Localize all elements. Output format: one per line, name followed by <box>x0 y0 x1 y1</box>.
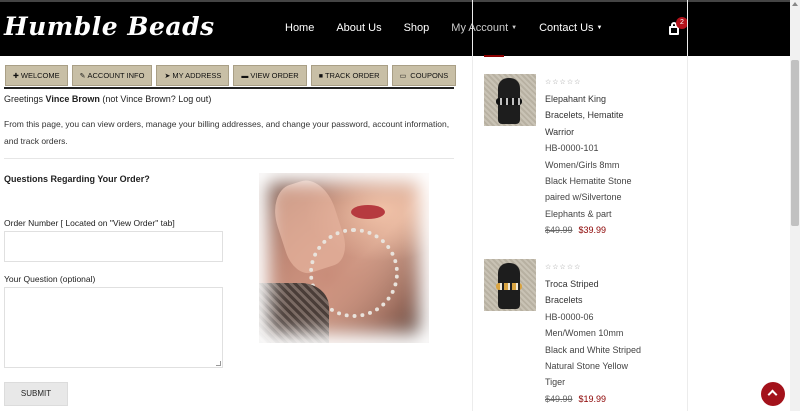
location-arrow-icon: ➤ <box>164 73 171 80</box>
product-thumbnail[interactable] <box>484 74 536 126</box>
product-name[interactable]: Troca Striped <box>545 276 685 292</box>
greeting-suffix: ) <box>208 94 212 104</box>
caret-down-icon: ▼ <box>511 25 518 32</box>
logout-link[interactable]: Log out <box>178 94 208 104</box>
nav-home[interactable]: Home <box>285 22 314 34</box>
product-desc: paired w/Silvertone <box>545 192 622 203</box>
sidebar-border-left <box>472 0 473 411</box>
photo-vignette <box>259 173 429 343</box>
section-divider <box>4 158 454 159</box>
nav-about[interactable]: About Us <box>336 22 381 34</box>
tab-my-address-label: MY ADDRESS <box>172 71 222 80</box>
tab-track-order[interactable]: ■ TRACK ORDER <box>310 65 388 86</box>
product-desc: Natural Stone Yellow <box>545 361 629 372</box>
order-number-input[interactable] <box>4 231 223 262</box>
tab-view-order[interactable]: ▬ VIEW ORDER <box>233 65 307 86</box>
truck-icon: ■ <box>318 73 323 80</box>
submit-button[interactable]: SUBMIT <box>4 382 68 406</box>
product-item: ☆☆☆☆☆ Troca Striped Bracelets HB-0000-06… <box>545 260 685 407</box>
product-name[interactable]: Bracelets <box>545 292 685 308</box>
greeting: Greetings Vince Brown (not Vince Brown? … <box>4 94 211 104</box>
back-to-top-button[interactable] <box>761 382 785 406</box>
intro-text: From this page, you can view orders, man… <box>4 119 450 146</box>
rating-stars: ☆☆☆☆☆ <box>545 264 582 271</box>
product-name[interactable]: Bracelets, Hematite <box>545 107 685 123</box>
product-item: ☆☆☆☆☆ Elepahant King Bracelets, Hematite… <box>545 75 685 239</box>
cart-icon: ▬ <box>241 73 249 80</box>
user-name: Vince Brown <box>45 94 100 104</box>
caret-down-icon: ▼ <box>596 25 603 32</box>
product-desc: Elephants & part <box>545 208 612 219</box>
nav-contact-label: Contact Us <box>539 22 594 34</box>
sale-price: $39.99 <box>578 225 607 236</box>
old-price: $49.99 <box>545 225 573 236</box>
tab-welcome-label: WELCOME <box>20 71 60 80</box>
site-logo[interactable]: Humble Beads <box>4 12 215 41</box>
site-header: Humble Beads Home About Us Shop My Accou… <box>0 0 790 56</box>
product-sku: HB-0000-101 <box>545 143 599 154</box>
sidebar-accent-line <box>484 55 504 57</box>
product-name[interactable]: Warrior <box>545 124 685 140</box>
tab-view-order-label: VIEW ORDER <box>250 71 299 80</box>
sale-price: $19.99 <box>578 393 607 404</box>
sidebar-border-right <box>687 0 688 411</box>
page-scrollbar[interactable] <box>790 0 800 411</box>
greeting-middle: (not Vince Brown? <box>99 94 179 104</box>
tab-coupons-label: COUPONS <box>410 71 449 80</box>
page: Humble Beads Home About Us Shop My Accou… <box>0 0 800 411</box>
question-textarea[interactable] <box>4 287 223 368</box>
nav-shop[interactable]: Shop <box>404 22 430 34</box>
tab-coupons[interactable]: ▭ COUPONS <box>391 65 457 86</box>
bracelet-band <box>496 283 522 290</box>
tab-account-info-label: ACCOUNT INFO <box>87 71 145 80</box>
edit-icon: ✎ <box>79 73 86 80</box>
product-desc: Black and White Striped <box>545 344 642 355</box>
product-desc: Women/Girls 8mm <box>545 159 620 170</box>
chevron-up-icon <box>767 389 778 400</box>
tabs-divider <box>4 87 454 89</box>
tab-account-info[interactable]: ✎ ACCOUNT INFO <box>71 65 153 86</box>
product-price: $49.99 $39.99 <box>545 222 685 238</box>
product-thumbnail[interactable] <box>484 259 536 311</box>
ticket-icon: ▭ <box>399 73 407 80</box>
scroll-thumb[interactable] <box>791 60 799 226</box>
plus-icon: ✚ <box>13 73 19 80</box>
tab-my-address[interactable]: ➤ MY ADDRESS <box>156 65 230 86</box>
scroll-up-arrow-icon[interactable] <box>792 2 798 6</box>
rating-stars: ☆☆☆☆☆ <box>545 79 582 86</box>
product-name[interactable]: Elepahant King <box>545 91 685 107</box>
account-tabs: ✚ WELCOME ✎ ACCOUNT INFO ➤ MY ADDRESS ▬ VIEW… <box>5 65 460 86</box>
resize-handle-icon[interactable] <box>216 361 221 366</box>
nav-my-account[interactable]: My Account ▼ <box>451 22 517 34</box>
product-desc: Black Hematite Stone <box>545 176 632 187</box>
product-price: $49.99 $19.99 <box>545 391 685 407</box>
main-nav: Home About Us Shop My Account ▼ Contact U… <box>285 22 624 34</box>
jewelry-model-photo <box>259 173 429 343</box>
bracelet-band <box>496 98 522 105</box>
old-price: $49.99 <box>545 393 573 404</box>
greeting-prefix: Greetings <box>4 94 46 104</box>
order-number-label: Order Number [ Located on "View Order" t… <box>4 218 175 228</box>
product-desc: Men/Women 10mm <box>545 328 624 339</box>
product-desc: Tiger <box>545 377 566 388</box>
nav-my-account-label: My Account <box>451 22 509 34</box>
question-label: Your Question (optional) <box>4 274 96 284</box>
tab-track-order-label: TRACK ORDER <box>324 71 380 80</box>
nav-contact[interactable]: Contact Us ▼ <box>539 22 602 34</box>
form-heading: Questions Regarding Your Order? <box>4 174 150 184</box>
tab-welcome[interactable]: ✚ WELCOME <box>5 65 68 86</box>
product-sku: HB-0000-06 <box>545 311 594 322</box>
